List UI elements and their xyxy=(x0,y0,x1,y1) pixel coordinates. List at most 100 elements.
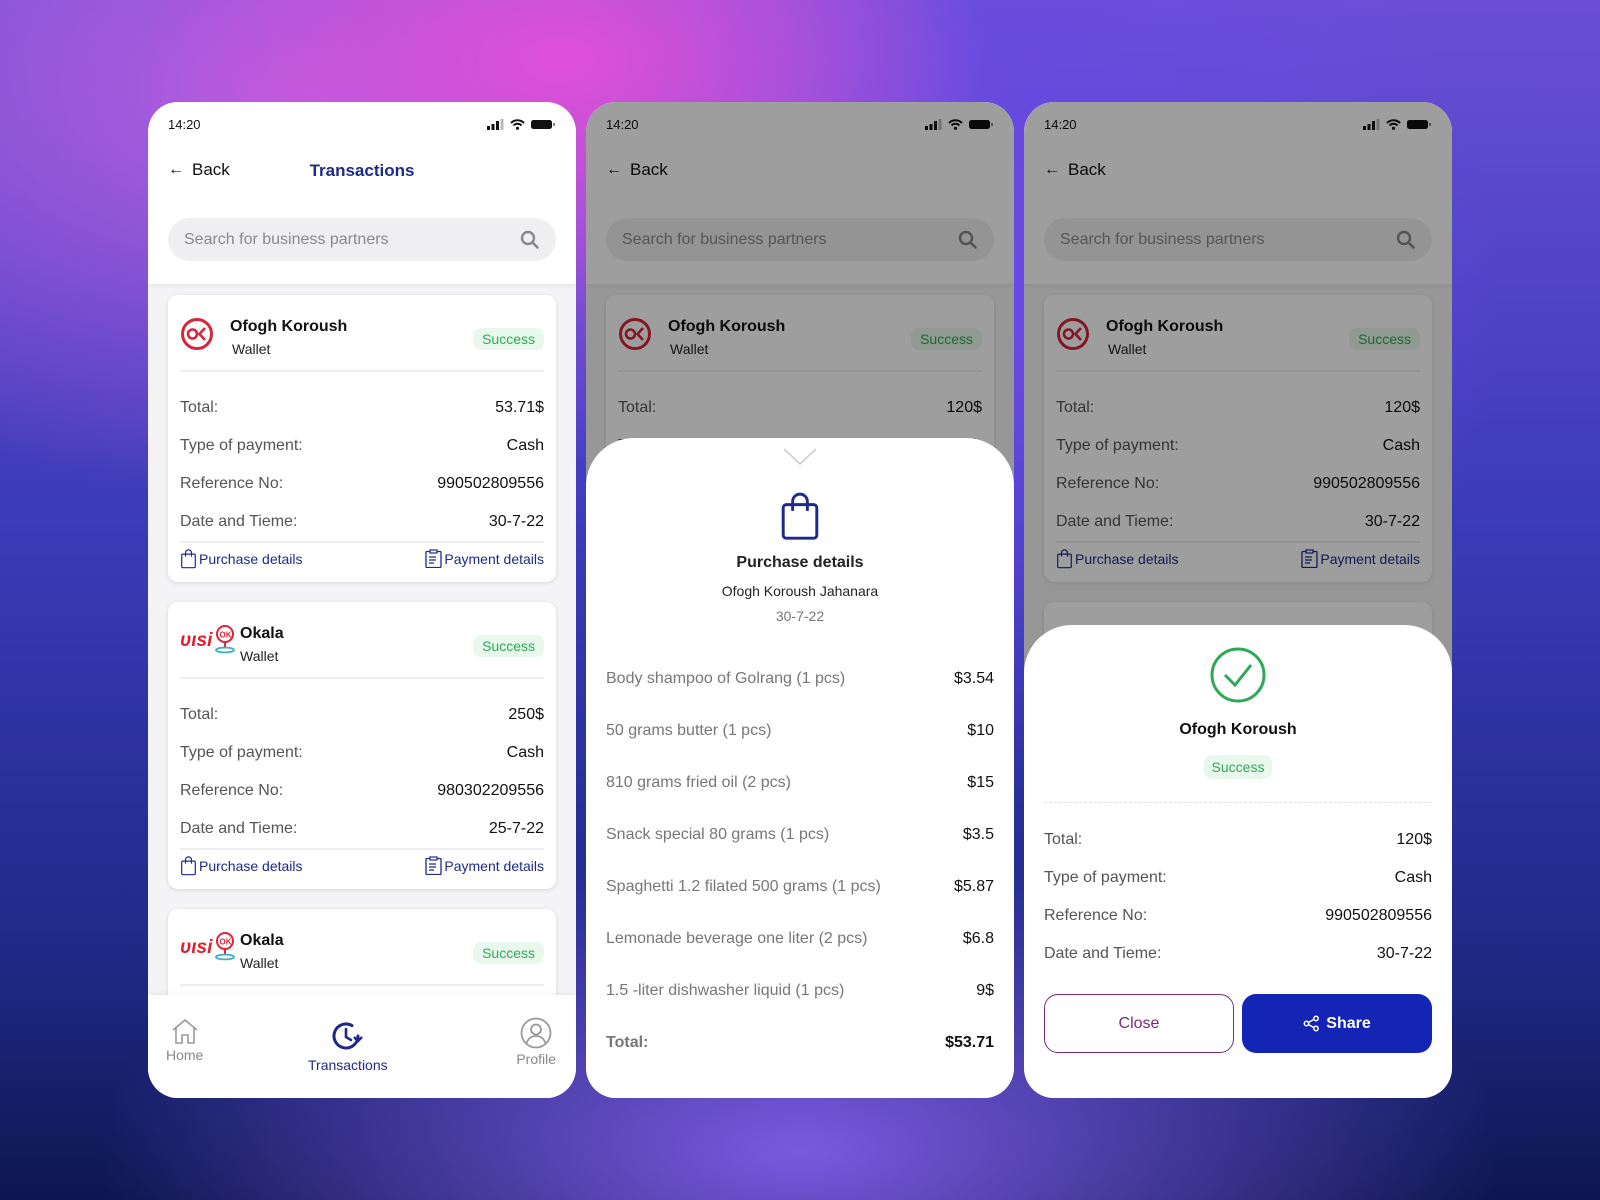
detail-row-date: Date and Tieme: 25-7-22 xyxy=(180,820,544,838)
status-icons xyxy=(487,119,556,130)
item-name: Spaghetti 1.2 filated 500 grams (1 pcs) xyxy=(606,878,881,895)
detail-row-type: Type of payment: Cash xyxy=(180,744,544,762)
purchase-date: 30-7-22 xyxy=(775,608,825,624)
close-button[interactable]: Close xyxy=(1044,994,1234,1053)
nav-label: Profile xyxy=(516,1051,556,1067)
chevron-down-icon[interactable] xyxy=(783,448,817,466)
shopping-bag-icon xyxy=(781,492,819,540)
detail-row-date: Date and Tieme: 30-7-22 xyxy=(1044,945,1432,963)
item-name: 1.5 -liter dishwasher liquid (1 pcs) xyxy=(606,982,845,999)
search-bar[interactable]: Search for business partners xyxy=(168,218,556,261)
purchase-item: Lemonade beverage one liter (2 pcs) $6.8 xyxy=(606,930,994,948)
status-badge: Success xyxy=(473,635,544,657)
divider xyxy=(180,370,544,372)
item-price: $10 xyxy=(967,722,994,739)
detail-value: 30-7-22 xyxy=(1376,945,1432,962)
purchase-details-link[interactable]: Purchase details xyxy=(180,856,303,876)
purchase-details-screen: 14:20 ← Back Search for business partners… xyxy=(586,102,1014,1098)
transaction-card[interactable]: υιsi OK Okala Wallet Success Total: 250$ Ty… xyxy=(168,602,556,889)
check-circle-icon xyxy=(1210,647,1266,703)
nav-item-transactions[interactable]: Transactions xyxy=(308,1021,388,1073)
search-input[interactable] xyxy=(184,218,504,261)
item-price: 9$ xyxy=(976,982,994,999)
purchase-details-label: Purchase details xyxy=(199,857,303,874)
detail-row-total: Total: 250$ xyxy=(180,706,544,724)
detail-label: Type of payment: xyxy=(1044,869,1167,886)
transaction-card[interactable]: Ofogh Koroush Wallet Success Total: 53.71… xyxy=(168,295,556,582)
payment-details-label: Payment details xyxy=(444,857,544,874)
clipboard-icon xyxy=(425,856,443,875)
detail-value: 25-7-22 xyxy=(488,820,544,837)
merchant-name: Ofogh Koroush Jahanara xyxy=(721,583,879,599)
close-label: Close xyxy=(1118,1014,1160,1032)
detail-value: 990502809556 xyxy=(437,475,544,492)
purchase-total: Total: $53.71 xyxy=(606,1034,994,1052)
detail-value: 990502809556 xyxy=(1325,907,1432,924)
payment-details-link[interactable]: Payment details xyxy=(425,856,544,875)
payment-source: Wallet xyxy=(240,648,279,664)
divider xyxy=(180,848,544,850)
svg-text:υιsi: υιsi xyxy=(180,937,213,958)
detail-label: Total: xyxy=(180,706,219,723)
share-button[interactable]: Share xyxy=(1242,994,1432,1053)
status-badge: Success xyxy=(1203,755,1273,779)
item-name: Lemonade beverage one liter (2 pcs) xyxy=(606,930,868,947)
detail-value: 980302209556 xyxy=(437,782,544,799)
nav-item-profile[interactable]: Profile xyxy=(516,1017,556,1067)
wifi-icon xyxy=(510,119,525,130)
transactions-screen: 14:20 ← Back Transactions Search for busi… xyxy=(148,102,576,1098)
detail-row-ref: Reference No: 990502809556 xyxy=(1044,907,1432,925)
item-price: $3.54 xyxy=(953,670,994,687)
bottom-nav: Home Transactions Profile xyxy=(148,995,576,1098)
search-icon[interactable] xyxy=(520,230,540,250)
detail-value: 53.71$ xyxy=(495,399,544,416)
detail-value: 120$ xyxy=(1396,831,1432,848)
nav-label: Transactions xyxy=(308,1057,388,1073)
page-title: Transactions xyxy=(309,161,415,180)
divider xyxy=(180,984,544,986)
payment-source: Wallet xyxy=(232,341,271,357)
detail-row-date: Date and Tieme: 30-7-22 xyxy=(180,513,544,531)
item-name: 810 grams fried oil (2 pcs) xyxy=(606,774,791,791)
detail-label: Date and Tieme: xyxy=(1044,945,1162,962)
item-name: Body shampoo of Golrang (1 pcs) xyxy=(606,670,846,687)
detail-label: Total: xyxy=(1044,831,1083,848)
purchase-item: Body shampoo of Golrang (1 pcs) $3.54 xyxy=(606,670,994,688)
purchase-item: 810 grams fried oil (2 pcs) $15 xyxy=(606,774,994,792)
clipboard-icon xyxy=(425,549,443,568)
purchase-item: Snack special 80 grams (1 pcs) $3.5 xyxy=(606,826,994,844)
purchase-item: Spaghetti 1.2 filated 500 grams (1 pcs) $… xyxy=(606,878,994,896)
svg-text:υιsi: υιsi xyxy=(180,630,213,651)
profile-icon xyxy=(520,1017,552,1049)
home-icon xyxy=(172,1018,198,1044)
detail-row-type: Type of payment: Cash xyxy=(180,437,544,455)
detail-label: Type of payment: xyxy=(180,744,303,761)
divider xyxy=(180,677,544,679)
merchant-name: Ofogh Koroush xyxy=(230,318,348,335)
item-name: Snack special 80 grams (1 pcs) xyxy=(606,826,830,843)
item-price: $3.5 xyxy=(962,826,994,843)
divider xyxy=(1044,802,1432,803)
purchase-details-link[interactable]: Purchase details xyxy=(180,549,303,569)
payment-details-link[interactable]: Payment details xyxy=(425,549,544,568)
item-price: $6.8 xyxy=(962,930,994,947)
total-value: $53.71 xyxy=(945,1034,994,1051)
app-header: 14:20 ← Back Transactions Search for busi… xyxy=(148,102,576,284)
total-label: Total: xyxy=(606,1034,649,1051)
status-badge: Success xyxy=(473,942,544,964)
detail-value: 30-7-22 xyxy=(488,513,544,530)
divider xyxy=(180,541,544,543)
merchant-name: Okala xyxy=(240,932,284,949)
item-name: 50 grams butter (1 pcs) xyxy=(606,722,772,739)
detail-label: Type of payment: xyxy=(180,437,303,454)
nav-label: Home xyxy=(166,1047,204,1063)
purchase-item: 1.5 -liter dishwasher liquid (1 pcs) 9$ xyxy=(606,982,994,1000)
status-badge: Success xyxy=(473,328,544,350)
payment-details-screen: 14:20 ← Back Search for business partners… xyxy=(1024,102,1452,1098)
detail-row-ref: Reference No: 990502809556 xyxy=(180,475,544,493)
nav-item-home[interactable]: Home xyxy=(166,1017,203,1063)
svg-text:OK: OK xyxy=(220,631,232,640)
payment-details-label: Payment details xyxy=(444,550,544,567)
status-time: 14:20 xyxy=(168,117,201,132)
detail-value: Cash xyxy=(506,437,544,454)
